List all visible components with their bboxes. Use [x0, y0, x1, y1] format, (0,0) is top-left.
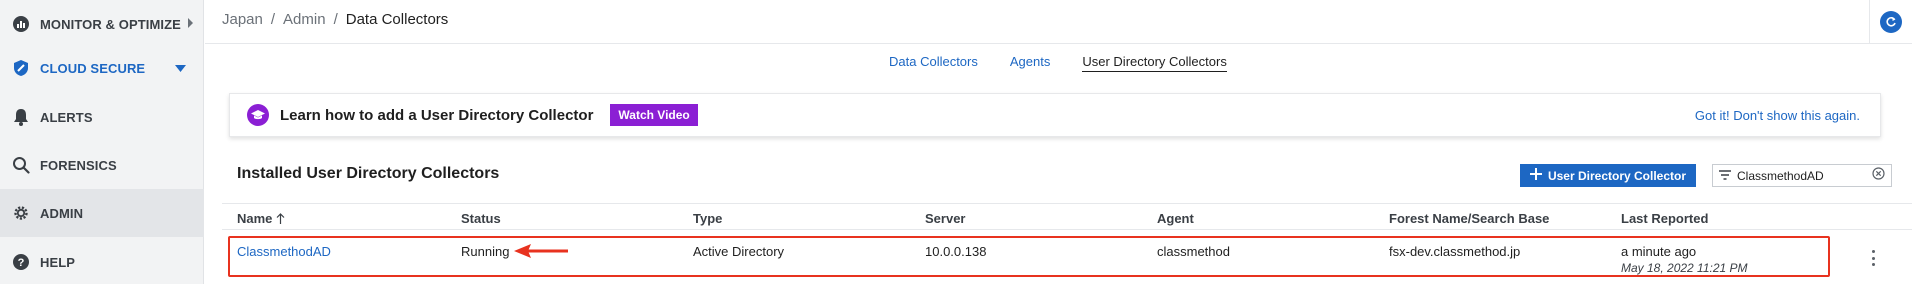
sidebar-item-label: ALERTS	[40, 109, 93, 125]
page-header: Japan / Admin / Data Collectors	[205, 0, 1912, 44]
learn-banner: Learn how to add a User Directory Collec…	[229, 93, 1881, 137]
banner-text: Learn how to add a User Directory Collec…	[280, 106, 594, 124]
sort-ascending-icon	[276, 212, 285, 224]
sidebar-item-forensics[interactable]: FORENSICS	[0, 141, 204, 189]
add-user-directory-collector-button[interactable]: User Directory Collector	[1520, 164, 1696, 187]
add-button-label: User Directory Collector	[1547, 168, 1687, 183]
column-header-server[interactable]: Server	[925, 211, 965, 226]
column-header-agent[interactable]: Agent	[1157, 211, 1194, 226]
collector-tabs: Data Collectors Agents User Directory Co…	[889, 54, 1227, 72]
chevron-right-icon	[187, 15, 194, 33]
column-header-label: Name	[237, 211, 273, 226]
sidebar-item-label: MONITOR & OPTIMIZE	[40, 16, 181, 32]
row-actions-menu-icon[interactable]	[1870, 250, 1876, 266]
table-header: Name Status Type Server Agent Forest Nam…	[222, 203, 1912, 230]
column-header-name[interactable]: Name	[237, 211, 285, 226]
sidebar: MONITOR & OPTIMIZE CLOUD SECURE ALERTS F…	[0, 0, 204, 284]
tab-data-collectors[interactable]: Data Collectors	[889, 54, 978, 72]
breadcrumb-separator: /	[270, 11, 276, 28]
tab-user-directory-collectors[interactable]: User Directory Collectors	[1082, 54, 1227, 72]
column-header-forest[interactable]: Forest Name/Search Base	[1389, 211, 1549, 226]
breadcrumb-item-japan[interactable]: Japan	[222, 11, 263, 28]
bell-icon	[11, 107, 31, 127]
clear-icon[interactable]	[1872, 166, 1885, 185]
sidebar-item-monitor-optimize[interactable]: MONITOR & OPTIMIZE	[0, 0, 204, 48]
svg-text:?: ?	[18, 257, 25, 269]
gear-icon	[11, 203, 31, 223]
refresh-button[interactable]	[1880, 10, 1902, 33]
search-icon	[11, 155, 31, 175]
page-title: Data Collectors	[345, 11, 449, 28]
section-title: Installed User Directory Collectors	[237, 165, 500, 182]
help-icon: ?	[11, 252, 31, 272]
sidebar-item-help[interactable]: ? HELP	[0, 238, 204, 284]
sidebar-item-label: FORENSICS	[40, 157, 117, 173]
sidebar-item-label: ADMIN	[40, 205, 84, 221]
column-header-type[interactable]: Type	[693, 211, 722, 226]
chevron-down-icon	[175, 59, 186, 77]
dismiss-banner-link[interactable]: Got it! Don't show this again.	[1695, 108, 1860, 123]
column-header-status[interactable]: Status	[461, 211, 501, 226]
shield-icon	[11, 58, 31, 78]
column-header-last-reported[interactable]: Last Reported	[1621, 211, 1708, 226]
refresh-icon	[1886, 16, 1896, 27]
chart-icon	[11, 14, 31, 34]
sidebar-item-cloud-secure[interactable]: CLOUD SECURE	[0, 44, 204, 92]
app-root: MONITOR & OPTIMIZE CLOUD SECURE ALERTS F…	[0, 0, 1912, 284]
watch-video-button[interactable]: Watch Video	[610, 104, 698, 126]
sidebar-item-alerts[interactable]: ALERTS	[0, 93, 204, 141]
sidebar-item-label: HELP	[40, 254, 76, 270]
tab-agents[interactable]: Agents	[1010, 54, 1050, 72]
refresh-container	[1869, 0, 1912, 43]
breadcrumb-item-admin[interactable]: Admin	[283, 11, 326, 28]
annotation-arrow-icon	[514, 244, 568, 258]
plus-icon	[1529, 168, 1542, 183]
highlight-outline	[228, 236, 1830, 277]
filter-input[interactable]: ClassmethodAD	[1712, 164, 1892, 187]
graduation-cap-icon	[247, 104, 269, 126]
sidebar-item-admin[interactable]: ADMIN	[0, 189, 204, 237]
filter-value: ClassmethodAD	[1737, 168, 1824, 183]
breadcrumb: Japan / Admin / Data Collectors	[222, 11, 448, 28]
filter-icon	[1719, 167, 1731, 185]
breadcrumb-separator: /	[333, 11, 338, 28]
sidebar-item-label: CLOUD SECURE	[40, 60, 146, 76]
